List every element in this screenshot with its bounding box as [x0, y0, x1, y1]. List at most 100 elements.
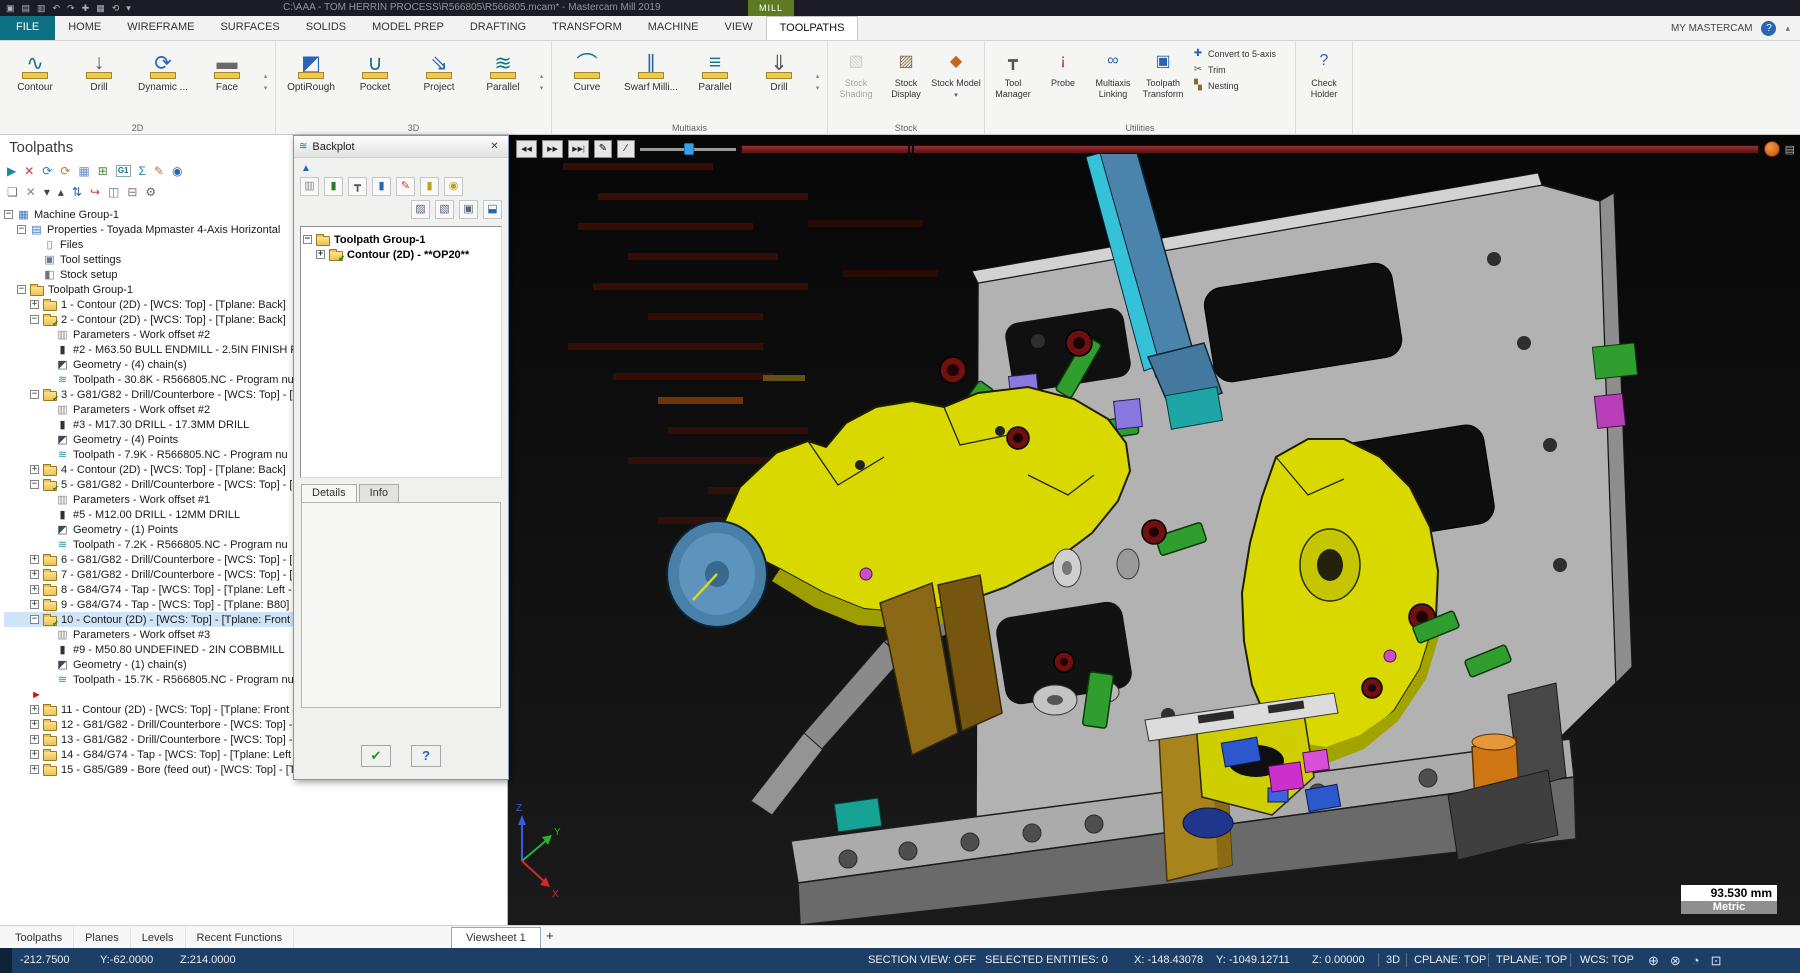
select-all-operations-icon[interactable]: ▶: [7, 163, 16, 179]
expand-icon[interactable]: +: [30, 735, 39, 744]
collapse-icon[interactable]: −: [30, 480, 39, 489]
probe-button[interactable]: ¡ Probe: [1038, 43, 1088, 89]
ok-button[interactable]: ✔: [361, 745, 391, 767]
dynamic-mill-button[interactable]: ⟳ Dynamic ...: [131, 43, 195, 94]
follow-mode-icon[interactable]: ∕: [617, 140, 635, 158]
collapse-ribbon-icon[interactable]: ▴: [1785, 23, 1790, 34]
move-insert-up-icon[interactable]: ▴: [58, 184, 64, 200]
collapse-icon[interactable]: −: [30, 390, 39, 399]
regen-selected-icon[interactable]: ⟳: [42, 163, 52, 179]
expand-icon[interactable]: +: [30, 570, 39, 579]
delete-operations-icon[interactable]: ✕: [26, 184, 36, 200]
tree-item[interactable]: − Toolpath Group-1: [303, 232, 499, 247]
manager-tab-toolpaths[interactable]: Toolpaths: [4, 926, 75, 949]
selected-entities-status[interactable]: SELECTED ENTITIES: 0: [985, 948, 1108, 973]
section-view-status[interactable]: SECTION VIEW: OFF: [868, 948, 976, 973]
lock-icon[interactable]: ❏: [7, 184, 18, 200]
tab-toolpaths[interactable]: TOOLPATHS: [765, 16, 859, 40]
collapse-icon[interactable]: −: [303, 235, 312, 244]
expand-icon[interactable]: +: [316, 250, 325, 259]
tplane-status[interactable]: TPLANE: TOP: [1496, 948, 1567, 973]
edit-selected-icon[interactable]: ✎: [154, 163, 164, 179]
speed-slider-thumb[interactable]: [684, 143, 694, 155]
face-button[interactable]: ▬ Face: [195, 43, 259, 93]
tab-view[interactable]: VIEW: [712, 16, 766, 40]
help-button[interactable]: ?: [411, 745, 441, 767]
viewsheet-tab[interactable]: Viewsheet 1: [451, 927, 541, 949]
display-holder-icon[interactable]: ┳: [348, 177, 367, 196]
tab-wireframe[interactable]: WIREFRAME: [114, 16, 207, 40]
step-back-button[interactable]: ◀◀: [516, 140, 537, 158]
tab-solids[interactable]: SOLIDS: [293, 16, 359, 40]
options-gear-icon[interactable]: ⚙: [145, 184, 156, 200]
fast-forward-button[interactable]: ▶▶: [542, 140, 563, 158]
backplot-tool-icon[interactable]: ▦: [78, 163, 89, 179]
collapse-panel-icon[interactable]: ▲: [301, 163, 321, 174]
stock-model-button[interactable]: ◆ Stock Model ▾: [931, 43, 981, 101]
grid-globe-icon[interactable]: ⊗: [1670, 948, 1681, 973]
tab-file[interactable]: FILE: [0, 16, 56, 40]
gallery-expander-icon[interactable]: ▴ ▾: [259, 43, 272, 121]
optirough-button[interactable]: ◩ OptiRough: [279, 43, 343, 94]
tab-drafting[interactable]: DRAFTING: [457, 16, 539, 40]
tab-home[interactable]: HOME: [55, 16, 114, 40]
swarf-milling-button[interactable]: ∥ Swarf Milli...: [619, 43, 683, 94]
curve-button[interactable]: ⌒ Curve: [555, 43, 619, 93]
units-globe-icon[interactable]: ⊕: [1648, 948, 1659, 973]
parallel-multiaxis-button[interactable]: ≡ Parallel: [683, 43, 747, 93]
convert-to-5axis-button[interactable]: ✚ Convert to 5-axis: [1192, 48, 1288, 59]
collapse-icon[interactable]: −: [4, 210, 13, 219]
columns-icon[interactable]: ◫: [108, 184, 119, 200]
undo-icon[interactable]: ↶: [53, 0, 61, 16]
hatch-b-icon[interactable]: ▧: [435, 200, 454, 219]
quick-verify-icon[interactable]: ▮: [420, 177, 439, 196]
check-holder-button[interactable]: ? Check Holder: [1299, 43, 1349, 100]
tab-transform[interactable]: TRANSFORM: [539, 16, 635, 40]
grid-icon[interactable]: ▦: [96, 0, 105, 16]
regen-dirty-icon[interactable]: ⟳: [60, 163, 70, 179]
display-vectors-icon[interactable]: ✎: [396, 177, 415, 196]
export-icon[interactable]: ▤: [1785, 143, 1795, 156]
display-tool-icon[interactable]: ▮: [324, 177, 343, 196]
speed-gauge-icon[interactable]: [1763, 141, 1780, 157]
multiaxis-linking-button[interactable]: ∞ Multiaxis Linking: [1088, 43, 1138, 100]
drill-multiaxis-button[interactable]: ⇓ Drill: [747, 43, 811, 93]
collapse-icon[interactable]: −: [30, 615, 39, 624]
regen-icon[interactable]: ⟲: [112, 0, 120, 16]
expand-icon[interactable]: +: [30, 720, 39, 729]
expand-icon[interactable]: +: [30, 300, 39, 309]
expand-icon[interactable]: +: [30, 555, 39, 564]
feed-optimize-icon[interactable]: Σ: [139, 163, 146, 179]
run-to-end-button[interactable]: ▶▶|: [568, 140, 589, 158]
expand-icon[interactable]: +: [30, 585, 39, 594]
clock-icon[interactable]: ◔: [1692, 948, 1700, 973]
dimension-mode[interactable]: 3D: [1386, 948, 1400, 973]
mill-context-tab[interactable]: MILL: [748, 0, 794, 16]
fit-screen-icon[interactable]: ⊡: [1711, 948, 1722, 973]
backplot-title-bar[interactable]: ≋ Backplot ✕: [294, 136, 508, 158]
tool-manager-button[interactable]: ┳ Tool Manager: [988, 43, 1038, 100]
pocket-button[interactable]: ∪ Pocket: [343, 43, 407, 94]
manager-tab-levels[interactable]: Levels: [131, 926, 186, 949]
close-icon[interactable]: ✕: [486, 141, 503, 152]
project-button[interactable]: ⇘ Project: [407, 43, 471, 94]
expand-icon[interactable]: +: [30, 600, 39, 609]
redo-icon[interactable]: ↷: [67, 0, 75, 16]
wcs-status[interactable]: WCS: TOP: [1580, 948, 1634, 973]
move-insert-down-icon[interactable]: ▾: [44, 184, 50, 200]
backplot-timeline[interactable]: [741, 141, 1759, 159]
hatch-a-icon[interactable]: ▨: [411, 200, 430, 219]
save-icon[interactable]: ▣: [6, 0, 15, 16]
gallery-expander-icon[interactable]: ▴ ▾: [811, 43, 824, 121]
gallery-expander-icon[interactable]: ▴ ▾: [535, 43, 548, 121]
toolpath-transform-button[interactable]: ▣ Toolpath Transform: [1138, 43, 1188, 100]
lamp-icon[interactable]: ◉: [444, 177, 463, 196]
help-globe-icon[interactable]: ◉: [172, 163, 182, 179]
trace-mode-icon[interactable]: ✎: [594, 140, 612, 158]
open-icon[interactable]: ▤: [22, 0, 31, 16]
deselect-all-icon[interactable]: ✕: [24, 163, 34, 179]
speed-slider[interactable]: [640, 142, 736, 156]
parallel-3d-button[interactable]: ≋ Parallel: [471, 43, 535, 94]
tab-model-prep[interactable]: MODEL PREP: [359, 16, 457, 40]
verify-tool-icon[interactable]: ⊞: [98, 163, 108, 179]
